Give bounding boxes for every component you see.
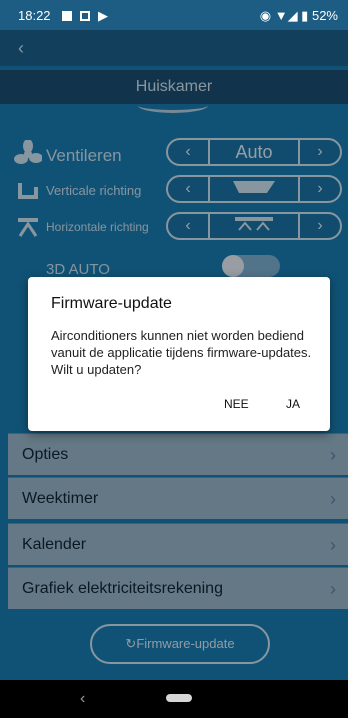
notification-icon <box>80 11 90 21</box>
status-time: 18:22 <box>18 8 51 23</box>
system-nav-bar: ‹ <box>0 680 348 718</box>
firmware-dialog: Firmware-update Airconditioners kunnen n… <box>28 277 330 431</box>
notification-icon <box>62 11 72 21</box>
dialog-title: Firmware-update <box>51 295 172 312</box>
nav-home-handle[interactable] <box>166 694 192 702</box>
battery-indicator: ◉ ▼◢ ▮ 52% <box>259 8 338 23</box>
dialog-message: Airconditioners kunnen niet worden bedie… <box>51 328 312 377</box>
signal-icon: ◉ ▼◢ ▮ <box>259 8 309 23</box>
dialog-confirm-button[interactable]: JA <box>286 397 300 411</box>
nav-back-icon[interactable]: ‹ <box>80 690 85 708</box>
dialog-cancel-button[interactable]: NEE <box>224 397 249 411</box>
status-bar: 18:22 ▶ ◉ ▼◢ ▮ 52% <box>0 0 348 30</box>
play-icon: ▶ <box>98 8 108 23</box>
